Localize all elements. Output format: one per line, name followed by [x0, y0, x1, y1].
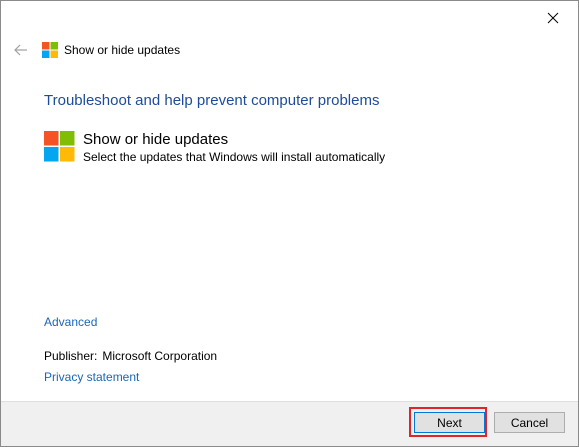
windows-logo-icon: [42, 42, 58, 58]
publisher-value: Microsoft Corporation: [102, 349, 218, 363]
advanced-link[interactable]: Advanced: [44, 315, 97, 329]
back-arrow-icon[interactable]: [14, 43, 28, 57]
troubleshooter-item: Show or hide updates Select the updates …: [44, 130, 385, 165]
item-description: Select the updates that Windows will ins…: [83, 150, 386, 164]
footer-bar: Next Cancel: [1, 401, 578, 446]
item-text: Show or hide updates Select the updates …: [83, 130, 385, 165]
page-heading: Troubleshoot and help prevent computer p…: [44, 92, 380, 109]
publisher-label: Publisher:: [44, 349, 98, 363]
next-button[interactable]: Next: [414, 412, 485, 433]
windows-logo-icon: [44, 131, 75, 162]
close-icon[interactable]: [544, 9, 564, 29]
privacy-statement-link[interactable]: Privacy statement: [44, 370, 139, 384]
cancel-button[interactable]: Cancel: [494, 412, 565, 433]
item-title: Show or hide updates: [83, 131, 229, 148]
window-title: Show or hide updates: [64, 43, 181, 57]
publisher-info: Publisher: Microsoft Corporation: [44, 349, 217, 363]
troubleshooter-window: Show or hide updates Troubleshoot and he…: [0, 0, 579, 447]
title-bar: Show or hide updates: [14, 41, 180, 59]
